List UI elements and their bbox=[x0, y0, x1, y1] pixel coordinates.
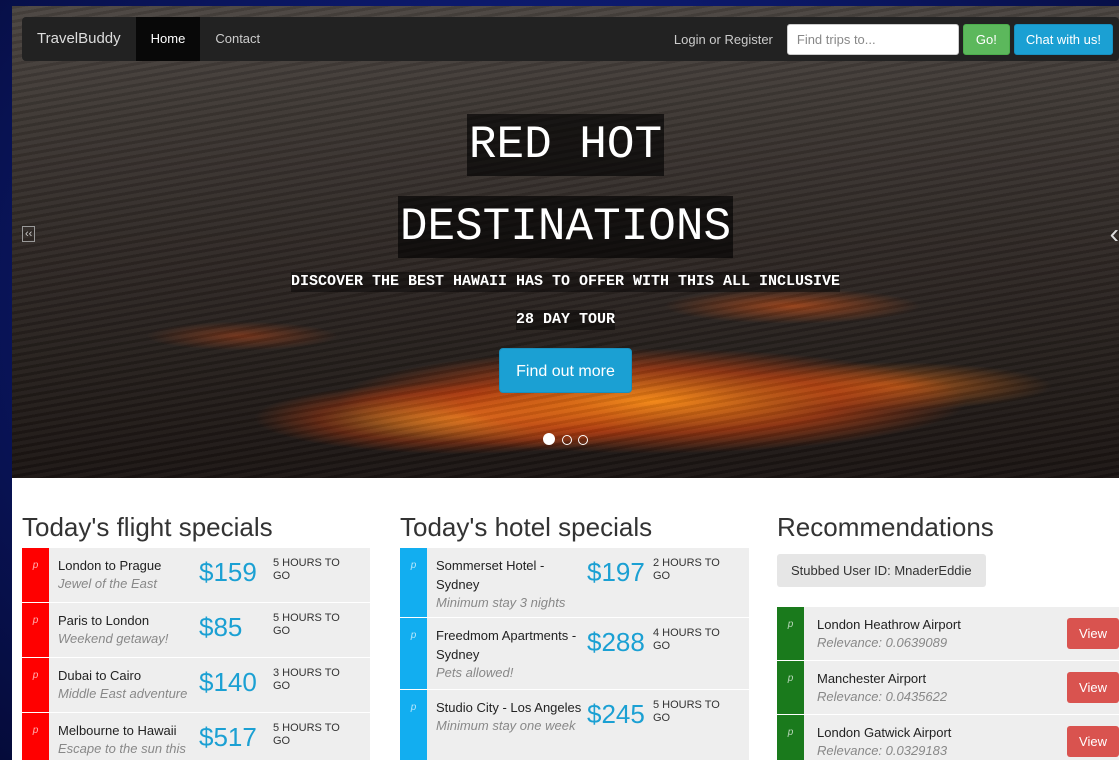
recommendation-item: p London Heathrow Airport Relevance: 0.06… bbox=[777, 607, 1119, 661]
flight-list: p London to Prague Jewel of the East $159… bbox=[22, 548, 370, 760]
flight-title: Melbourne to Hawaii bbox=[58, 723, 177, 738]
flight-time-left: 5 HOURS TO GO bbox=[273, 722, 340, 747]
hotel-specials-heading: Today's hotel specials bbox=[400, 512, 653, 542]
hotel-time-left: 5 HOURS TO GO bbox=[653, 699, 720, 724]
plane-icon: p bbox=[22, 548, 49, 602]
hotel-item[interactable]: p Sommerset Hotel - Sydney Minimum stay 3… bbox=[400, 548, 749, 618]
flight-title: London to Prague bbox=[58, 558, 162, 573]
flight-price: $159 bbox=[199, 557, 257, 587]
hotel-price: $288 bbox=[587, 627, 645, 657]
hotel-title: Freedmom Apartments - Sydney bbox=[436, 628, 577, 662]
recommendation-list: p London Heathrow Airport Relevance: 0.06… bbox=[777, 607, 1119, 760]
hotel-icon: p bbox=[400, 618, 427, 689]
flight-item[interactable]: p Melbourne to Hawaii Escape to the sun t… bbox=[22, 713, 370, 760]
chat-button[interactable]: Chat with us! bbox=[1013, 23, 1113, 55]
flight-item[interactable]: p London to Prague Jewel of the East $159… bbox=[22, 548, 370, 603]
hotel-item[interactable]: p Studio City - Los Angeles Minimum stay … bbox=[400, 690, 749, 760]
plane-icon: p bbox=[22, 713, 49, 760]
find-out-more-button[interactable]: Find out more bbox=[499, 348, 632, 393]
carousel-dot-2[interactable] bbox=[561, 435, 572, 445]
recommendation-relevance: Relevance: 0.0639089 bbox=[817, 635, 948, 650]
login-register-link[interactable]: Login or Register bbox=[674, 32, 773, 47]
flight-time-left: 5 HOURS TO GO bbox=[273, 612, 340, 637]
recommendation-title: Manchester Airport bbox=[817, 671, 927, 686]
hotel-subtitle: Pets allowed! bbox=[436, 665, 514, 680]
flight-price: $517 bbox=[199, 722, 257, 752]
hotel-time-left: 2 HOURS TO GO bbox=[653, 557, 720, 582]
hotel-price: $197 bbox=[587, 557, 645, 587]
page: TravelBuddy Home Contact Login or Regist… bbox=[12, 6, 1119, 760]
hotel-subtitle: Minimum stay one week bbox=[436, 718, 576, 733]
carousel-indicators bbox=[12, 432, 1119, 450]
flight-time-left: 3 HOURS TO GO bbox=[273, 667, 340, 692]
hotel-icon: p bbox=[400, 690, 427, 760]
hotel-icon: p bbox=[400, 548, 427, 617]
view-button[interactable]: View bbox=[1067, 672, 1119, 703]
flight-title: Paris to London bbox=[58, 613, 150, 628]
hero-headline-line1: RED HOT bbox=[466, 114, 665, 176]
hotel-item[interactable]: p Freedmom Apartments - Sydney Pets allow… bbox=[400, 618, 749, 690]
carousel-dot-3[interactable] bbox=[577, 435, 588, 445]
recommendation-item: p London Gatwick Airport Relevance: 0.032… bbox=[777, 715, 1119, 760]
recommendation-item: p Manchester Airport Relevance: 0.0435622… bbox=[777, 661, 1119, 715]
flight-item[interactable]: p Dubai to Cairo Middle East adventure $1… bbox=[22, 658, 370, 713]
location-icon: p bbox=[777, 607, 804, 660]
hero-caption: RED HOT DESTINATIONS DISCOVER THE BEST H… bbox=[12, 114, 1119, 393]
recommendations: Recommendations Stubbed User ID: MnaderE… bbox=[777, 478, 1119, 760]
flight-price: $85 bbox=[199, 612, 243, 642]
hotel-specials: Today's hotel specials p Sommerset Hotel… bbox=[400, 478, 749, 760]
hero-headline-line2: DESTINATIONS bbox=[397, 196, 734, 258]
recommendation-relevance: Relevance: 0.0435622 bbox=[817, 689, 948, 704]
plane-icon: p bbox=[22, 603, 49, 657]
hotel-price: $245 bbox=[587, 699, 645, 729]
user-id-badge: Stubbed User ID: MnaderEddie bbox=[777, 554, 986, 587]
flight-specials-heading: Today's flight specials bbox=[22, 512, 273, 542]
hero-subtitle-line1: DISCOVER THE BEST HAWAII HAS TO OFFER WI… bbox=[290, 272, 841, 292]
hotel-title: Studio City - Los Angeles bbox=[436, 700, 582, 715]
brand-link[interactable]: TravelBuddy bbox=[22, 17, 136, 61]
nav-contact[interactable]: Contact bbox=[200, 17, 275, 61]
recommendation-title: London Gatwick Airport bbox=[817, 725, 952, 740]
flight-item[interactable]: p Paris to London Weekend getaway! $85 5 … bbox=[22, 603, 370, 658]
hotel-time-left: 4 HOURS TO GO bbox=[653, 627, 720, 652]
location-icon: p bbox=[777, 661, 804, 714]
flight-price: $140 bbox=[199, 667, 257, 697]
location-icon: p bbox=[777, 715, 804, 760]
view-button[interactable]: View bbox=[1067, 726, 1119, 757]
hotel-title: Sommerset Hotel - Sydney bbox=[436, 558, 545, 592]
carousel-dot-1[interactable] bbox=[543, 433, 556, 445]
go-button[interactable]: Go! bbox=[962, 23, 1010, 55]
hotel-subtitle: Minimum stay 3 nights bbox=[436, 595, 566, 610]
recommendation-title: London Heathrow Airport bbox=[817, 617, 961, 632]
recommendation-relevance: Relevance: 0.0329183 bbox=[817, 743, 948, 758]
plane-icon: p bbox=[22, 658, 49, 712]
flight-time-left: 5 HOURS TO GO bbox=[273, 557, 340, 582]
flight-subtitle: Weekend getaway! bbox=[58, 631, 169, 646]
flight-subtitle: Jewel of the East bbox=[58, 576, 157, 591]
view-button[interactable]: View bbox=[1067, 618, 1119, 649]
navbar: TravelBuddy Home Contact Login or Regist… bbox=[22, 17, 1119, 61]
flight-subtitle: Middle East adventure bbox=[58, 686, 188, 701]
hotel-list: p Sommerset Hotel - Sydney Minimum stay 3… bbox=[400, 548, 749, 760]
flight-specials: Today's flight specials p London to Prag… bbox=[22, 478, 370, 760]
search-input[interactable] bbox=[786, 23, 959, 55]
flight-subtitle: Escape to the sun this bbox=[58, 741, 186, 756]
flight-title: Dubai to Cairo bbox=[58, 668, 142, 683]
recommendations-heading: Recommendations bbox=[777, 512, 994, 542]
hero-subtitle-line2: 28 DAY TOUR bbox=[515, 310, 616, 330]
nav-home[interactable]: Home bbox=[135, 17, 201, 61]
